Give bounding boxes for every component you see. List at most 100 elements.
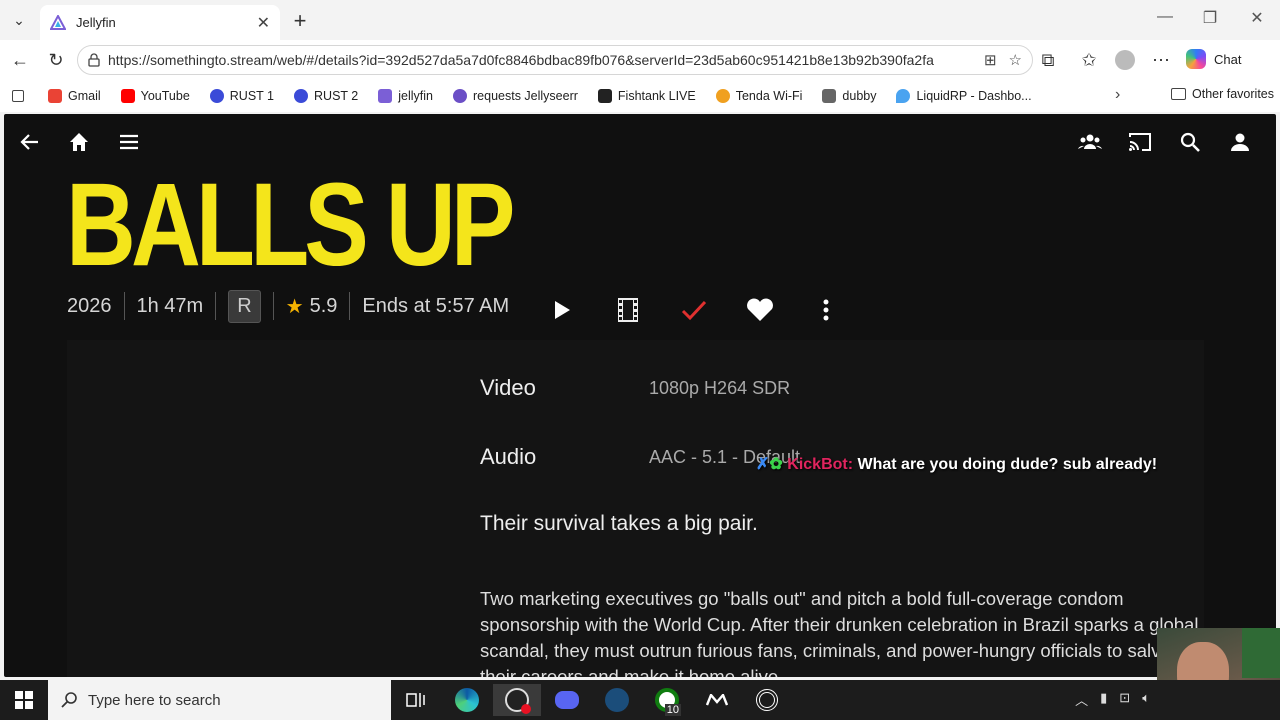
heart-icon	[747, 298, 773, 321]
discord-icon[interactable]	[543, 684, 591, 716]
tab-actions-chevron-icon[interactable]: ⌄	[6, 8, 32, 32]
community-rating: 5.9	[309, 294, 338, 317]
stream-chat-overlay: ✗✿ KickBot: What are you doing dude? sub…	[756, 454, 1157, 474]
close-window-icon[interactable]: ✕	[1237, 8, 1277, 28]
obs-icon[interactable]	[493, 684, 541, 716]
close-tab-icon[interactable]: ✕	[257, 13, 270, 33]
address-toolbar: ← ↻ https://somethingto.stream/web/#/det…	[0, 40, 1280, 80]
home-icon[interactable]	[67, 130, 91, 154]
epic-games-icon[interactable]	[693, 684, 741, 716]
trailer-button[interactable]	[595, 294, 661, 326]
reading-list-icon[interactable]	[12, 90, 24, 102]
tray-chevron-icon[interactable]: ︿	[1075, 690, 1088, 709]
start-button[interactable]	[0, 680, 48, 720]
jellyfin-page: BALLS UP 2026 1h 47m R ★ 5.9 Ends at 5:5…	[4, 114, 1276, 677]
usb-icon[interactable]: ▮	[1100, 690, 1107, 709]
fish-icon	[597, 89, 612, 103]
jellyfin-icon	[50, 14, 66, 30]
bot-badge-icon: ✿	[769, 456, 783, 473]
official-rating-badge: R	[228, 289, 261, 323]
syncplay-group-icon[interactable]	[1078, 130, 1102, 154]
favorite-button[interactable]	[727, 294, 793, 326]
film-icon	[618, 298, 638, 322]
browser-tab[interactable]: Jellyfin ✕	[40, 5, 280, 40]
divider	[215, 292, 217, 320]
bookmark-jellyfin[interactable]: jellyfin	[378, 89, 433, 103]
more-options-icon[interactable]: ⋯	[1150, 49, 1172, 71]
checkmark-icon	[681, 300, 707, 321]
chat-label: Chat	[1214, 51, 1242, 67]
rust-icon	[209, 89, 224, 103]
extensions-icon[interactable]: ⧉	[1037, 49, 1059, 71]
action-buttons	[529, 294, 859, 326]
mark-played-button[interactable]	[661, 294, 727, 326]
runtime: 1h 47m	[136, 294, 204, 317]
video-value: 1080p H264 SDR	[649, 378, 791, 398]
favorites-icon[interactable]: ✩	[1078, 49, 1100, 71]
bookmarks-bar: Gmail YouTube RUST 1 RUST 2 jellyfin req…	[0, 80, 1280, 112]
tagline: Their survival takes a big pair.	[480, 512, 758, 535]
jellyseerr-icon	[453, 89, 467, 103]
bot-name: KickBot:	[787, 456, 854, 473]
network-icon[interactable]: ⊡	[1119, 690, 1130, 709]
bookmark-tenda[interactable]: Tenda Wi-Fi	[715, 89, 802, 103]
bookmark-gmail[interactable]: Gmail	[48, 89, 101, 103]
divider	[123, 292, 125, 320]
back-icon[interactable]: ←	[9, 49, 31, 71]
cast-icon[interactable]	[1128, 130, 1152, 154]
star-icon: ★	[285, 295, 304, 318]
divider	[349, 292, 351, 320]
url-text: https://somethingto.stream/web/#/details…	[108, 52, 934, 68]
new-tab-button[interactable]: +	[289, 8, 311, 34]
tab-strip: ⌄ Jellyfin ✕ + — ❐ ✕	[0, 0, 1280, 40]
tenda-icon	[715, 89, 730, 103]
divider	[272, 292, 274, 320]
bookmark-liquidrp[interactable]: LiquidRP - Dashbo...	[896, 89, 1032, 103]
taskbar: Type here to search 10 ︿ ▮ ⊡ 🔈︎	[0, 680, 1280, 720]
user-icon[interactable]	[1228, 130, 1252, 154]
year: 2026	[67, 294, 112, 317]
windows-icon	[15, 691, 33, 709]
movie-meta: 2026 1h 47m R ★ 5.9 Ends at 5:57 AM	[67, 289, 510, 323]
bookmark-rust2[interactable]: RUST 2	[294, 89, 358, 103]
play-button[interactable]	[529, 294, 595, 326]
back-arrow-icon[interactable]	[18, 130, 42, 154]
audio-label: Audio	[480, 444, 537, 469]
copilot-chat-button[interactable]: Chat	[1186, 49, 1241, 69]
tab-title: Jellyfin	[76, 15, 116, 30]
bookmark-jellyseerr[interactable]: requests Jellyseerr	[453, 89, 578, 103]
refresh-icon[interactable]: ↻	[45, 49, 67, 71]
app-ring-icon[interactable]	[743, 684, 791, 716]
youtube-icon	[120, 89, 135, 103]
xbox-icon[interactable]: 10	[643, 684, 691, 716]
ends-at: Ends at 5:57 AM	[362, 294, 510, 317]
droplet-icon	[896, 89, 911, 103]
app-available-icon[interactable]: ⊞	[984, 51, 997, 69]
folder-icon	[1171, 88, 1187, 100]
bookmark-fishtank[interactable]: Fishtank LIVE	[597, 89, 696, 103]
bookmark-rust1[interactable]: RUST 1	[209, 89, 274, 103]
volume-icon[interactable]: 🔈︎	[1142, 690, 1150, 709]
more-bookmarks-chevron-icon[interactable]: ›	[1115, 86, 1120, 104]
edge-icon[interactable]	[443, 684, 491, 716]
favorite-star-icon[interactable]: ☆	[1009, 51, 1022, 69]
profile-avatar[interactable]	[1114, 49, 1136, 71]
xbox-badge: 10	[664, 704, 681, 716]
bookmark-youtube[interactable]: YouTube	[120, 89, 190, 103]
taskbar-search[interactable]: Type here to search	[48, 680, 391, 720]
restore-icon[interactable]: ❐	[1190, 8, 1230, 28]
system-tray: ︿ ▮ ⊡ 🔈︎	[1075, 690, 1150, 709]
bot-message: What are you doing dude? sub already!	[857, 456, 1158, 473]
steam-icon[interactable]	[593, 684, 641, 716]
address-bar[interactable]: https://somethingto.stream/web/#/details…	[77, 45, 1033, 75]
other-favorites[interactable]: Other favorites	[1171, 87, 1274, 101]
more-button[interactable]	[793, 294, 859, 326]
overview: Two marketing executives go "balls out" …	[480, 588, 1199, 677]
bookmark-dubby[interactable]: dubby	[822, 89, 876, 103]
minimize-icon[interactable]: —	[1145, 8, 1185, 26]
search-icon[interactable]	[1178, 130, 1202, 154]
jellyfin-icon	[378, 89, 393, 103]
menu-icon[interactable]	[117, 130, 141, 154]
rust-icon	[294, 89, 309, 103]
task-view-icon[interactable]	[392, 684, 440, 716]
